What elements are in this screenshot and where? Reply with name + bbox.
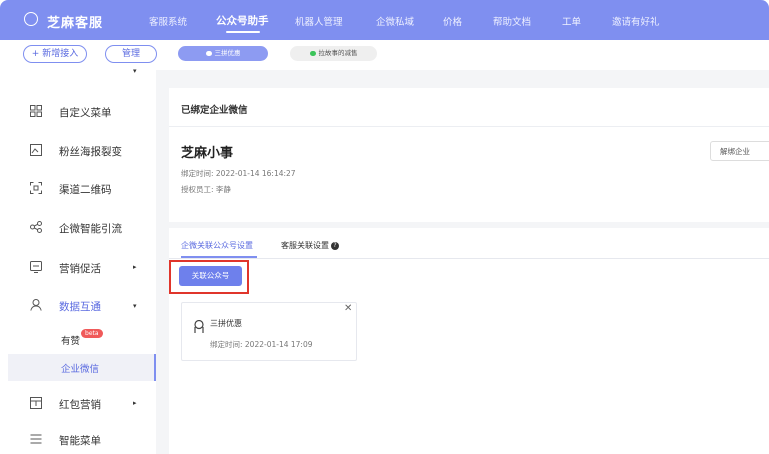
settings-card: 企微关联公众号设置 客服关联设置? 关联公众号 ✕ 三拼优惠 绑定时间: 202… [169, 228, 769, 454]
sidebar-item-label: 渠道二维码 [59, 184, 112, 196]
share-icon [30, 221, 42, 233]
bound-wecom-card: 已绑定企业微信 芝麻小事 绑定时间: 2022-01-14 16:14:27 授… [169, 88, 769, 222]
account-chip-active[interactable]: 三拼优惠 [178, 46, 268, 61]
qrcode-icon [30, 182, 42, 194]
chevron-right-icon: ▸ [133, 399, 137, 407]
grid-icon [30, 105, 42, 117]
account-name: 三拼优惠 [210, 319, 242, 328]
link-official-account-button[interactable]: 关联公众号 [179, 266, 242, 286]
linked-account-card: ✕ 三拼优惠 绑定时间: 2022-01-14 17:09 [181, 302, 357, 361]
tab-service-link-settings[interactable]: 客服关联设置? [281, 240, 339, 251]
chevron-right-icon: ▸ [133, 263, 137, 271]
account-bind-time: 绑定时间: 2022-01-14 17:09 [210, 340, 313, 349]
wechat-icon [309, 50, 316, 56]
tab-wecom-link-settings[interactable]: 企微关联公众号设置 [181, 240, 253, 251]
wechat-icon [205, 50, 212, 56]
section-title: 已绑定企业微信 [181, 105, 248, 116]
nav-robot-management[interactable]: 机器人管理 [295, 14, 343, 28]
sidebar-subitem-label: 有赞 [61, 336, 81, 347]
top-navbar: 芝麻客服 客服系统 公众号助手 机器人管理 企微私域 价格 帮助文档 工单 邀请… [0, 0, 769, 40]
tabs-divider [169, 258, 769, 259]
menu-icon [30, 433, 42, 445]
add-account-button[interactable]: + 新增接入 [23, 45, 87, 63]
user-icon [30, 299, 42, 311]
logo-icon [24, 12, 38, 26]
sidebar-subitem-youzan[interactable]: 有赞beta [61, 329, 103, 347]
sidebar-item-label: 粉丝海报裂变 [59, 146, 122, 158]
company-name: 芝麻小事 [181, 146, 234, 161]
account-chip[interactable]: 拉故事的减售 [290, 46, 377, 61]
chevron-down-icon: ▾ [133, 302, 137, 310]
chevron-down-icon: ▾ [133, 67, 137, 75]
account-avatar-icon [194, 318, 204, 333]
bind-time: 绑定时间: 2022-01-14 16:14:27 [181, 169, 296, 178]
tab-active-indicator [181, 256, 257, 258]
chat-icon [30, 261, 42, 273]
nav-active-indicator [226, 31, 260, 33]
tab-label: 客服关联设置 [281, 241, 329, 250]
sidebar-item-label: 自定义菜单 [59, 107, 112, 119]
brand-name[interactable]: 芝麻客服 [47, 12, 103, 31]
close-icon[interactable]: ✕ [344, 303, 352, 314]
chip-label: 拉故事的减售 [318, 49, 358, 57]
sidebar-item-label: 企微智能引流 [59, 223, 122, 235]
sidebar-item-label: 营销促活 [59, 263, 101, 275]
sidebar-item-label: 智能菜单 [59, 435, 101, 447]
nav-invite-rewards[interactable]: 邀请有好礼 [612, 14, 660, 28]
nav-wecom-private[interactable]: 企微私域 [376, 14, 414, 28]
help-icon[interactable]: ? [331, 241, 339, 250]
nav-customer-service[interactable]: 客服系统 [149, 14, 187, 28]
divider [169, 126, 769, 127]
account-toolbar: + 新增接入 管理 三拼优惠 拉故事的减售 [0, 40, 769, 70]
authorized-staff: 授权员工: 李静 [181, 185, 231, 194]
nav-official-account-helper[interactable]: 公众号助手 [216, 13, 269, 28]
poster-icon [30, 144, 42, 156]
sidebar-subitem-wecom[interactable]: 企业微信 [61, 361, 99, 375]
beta-badge: beta [81, 329, 103, 338]
sidebar-item-label: 红包营销 [59, 399, 101, 411]
unbind-button[interactable]: 解绑企业 [710, 141, 769, 161]
sidebar-item-label: 数据互通 [59, 301, 101, 313]
nav-help-docs[interactable]: 帮助文档 [493, 14, 531, 28]
chip-label: 三拼优惠 [214, 49, 241, 57]
manage-button[interactable]: 管理 [105, 45, 157, 63]
nav-pricing[interactable]: 价格 [443, 14, 462, 28]
gift-icon [30, 397, 42, 409]
nav-tickets[interactable]: 工单 [562, 14, 581, 28]
